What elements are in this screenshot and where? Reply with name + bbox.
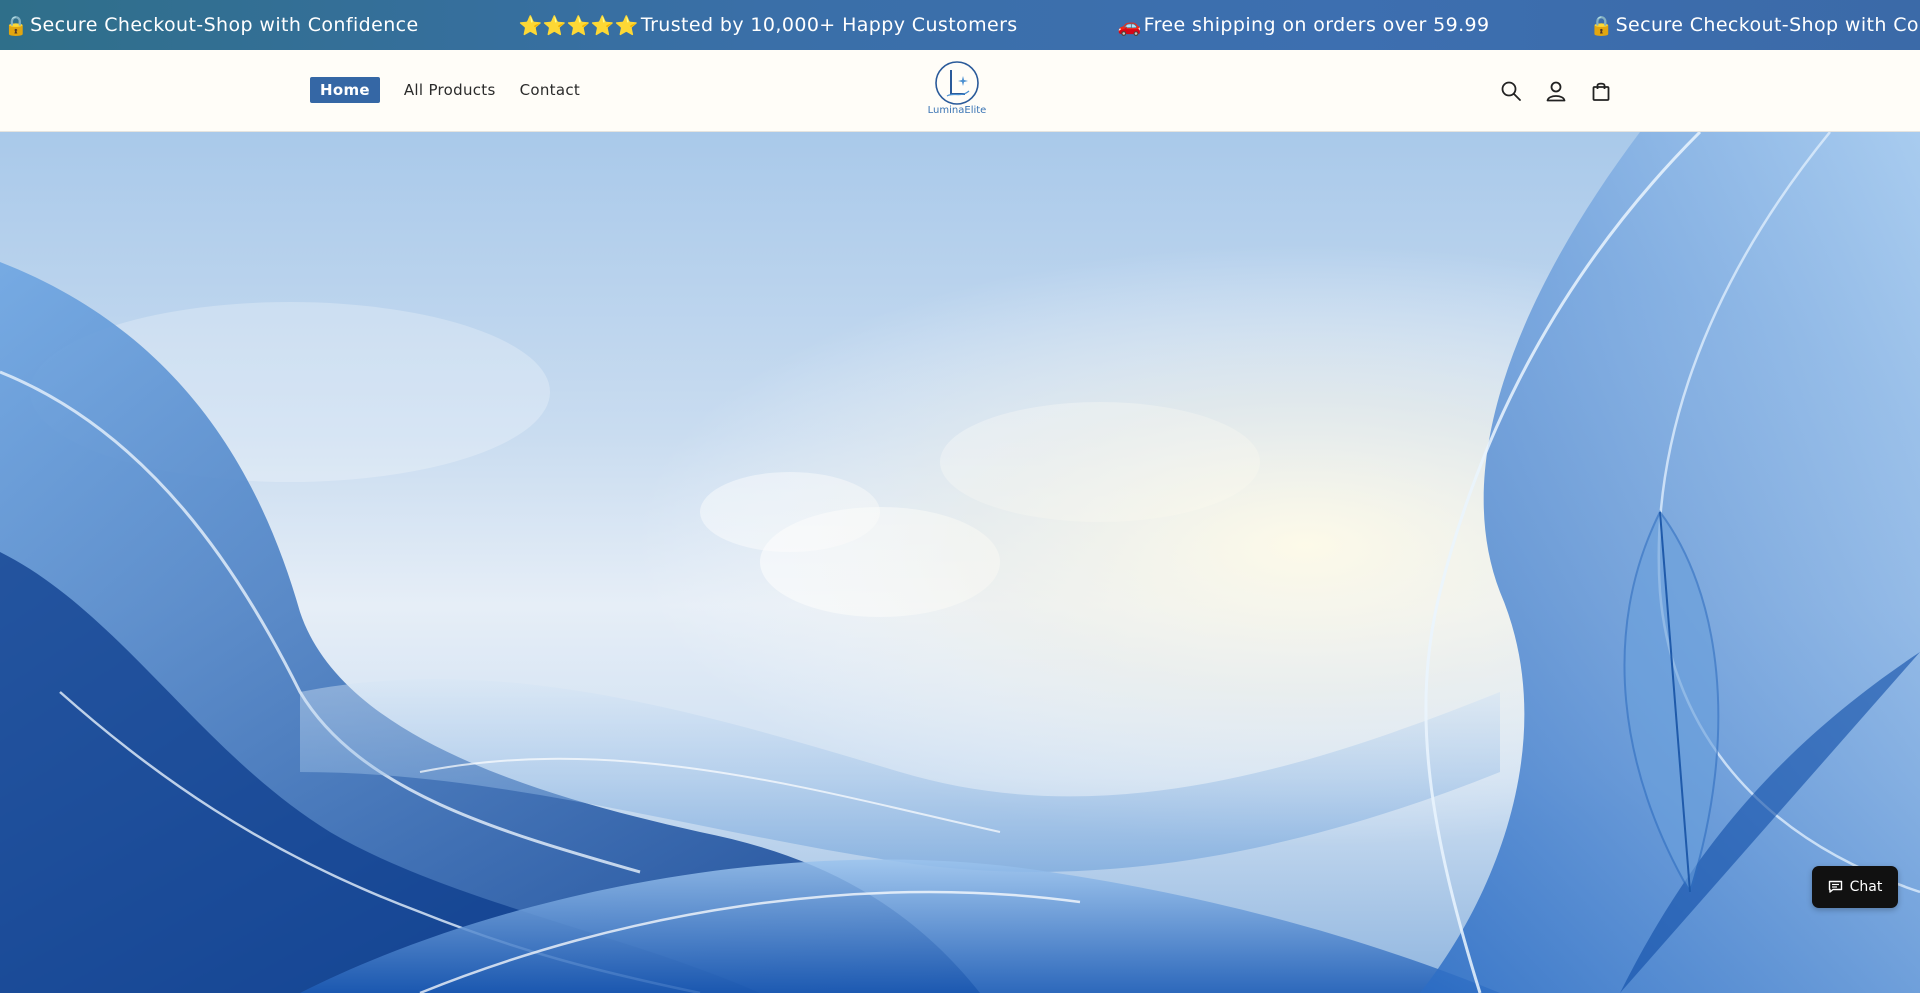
nav-home[interactable]: Home xyxy=(310,77,380,103)
announcement-item: 🔒 Secure Checkout-Shop with Confidence xyxy=(1590,14,1920,37)
account-icon[interactable] xyxy=(1541,76,1571,106)
hero-artwork xyxy=(0,132,1920,993)
announcement-text: Trusted by 10,000+ Happy Customers xyxy=(640,14,1018,36)
lock-icon: 🔒 xyxy=(4,14,29,37)
cart-icon[interactable] xyxy=(1586,76,1616,106)
site-logo[interactable]: LuminaElite xyxy=(925,58,989,124)
site-header: Home All Products Contact LuminaElite xyxy=(0,50,1920,132)
hero-banner xyxy=(0,132,1920,993)
announcement-item: ⭐⭐⭐⭐⭐ Trusted by 10,000+ Happy Customers xyxy=(519,14,1018,37)
announcement-text: Secure Checkout-Shop with Confidence xyxy=(30,14,419,36)
logo-emblem-icon xyxy=(935,61,979,105)
announcement-bar: 🔒 Secure Checkout-Shop with Confidence ⭐… xyxy=(0,0,1920,50)
announcement-item: 🔒 Secure Checkout-Shop with Confidence xyxy=(4,14,419,37)
nav-all-products[interactable]: All Products xyxy=(404,81,496,99)
chat-button[interactable]: Chat xyxy=(1812,866,1898,908)
announcement-track: 🔒 Secure Checkout-Shop with Confidence ⭐… xyxy=(0,0,1920,50)
star-rating-icon: ⭐⭐⭐⭐⭐ xyxy=(518,14,639,37)
car-icon: 🚗 xyxy=(1117,14,1142,37)
announcement-item: 🚗 Free shipping on orders over 59.99 xyxy=(1118,14,1490,37)
header-actions xyxy=(1496,76,1631,106)
logo-wordmark: LuminaElite xyxy=(927,105,987,116)
announcement-text: Free shipping on orders over 59.99 xyxy=(1143,14,1490,36)
search-icon[interactable] xyxy=(1496,76,1526,106)
announcement-text: Secure Checkout-Shop with Confidence xyxy=(1615,14,1920,36)
chat-label: Chat xyxy=(1849,879,1883,895)
nav-contact[interactable]: Contact xyxy=(520,81,580,99)
chat-bubble-icon xyxy=(1828,880,1842,893)
lock-icon: 🔒 xyxy=(1589,14,1614,37)
main-nav: Home All Products Contact xyxy=(310,77,604,103)
